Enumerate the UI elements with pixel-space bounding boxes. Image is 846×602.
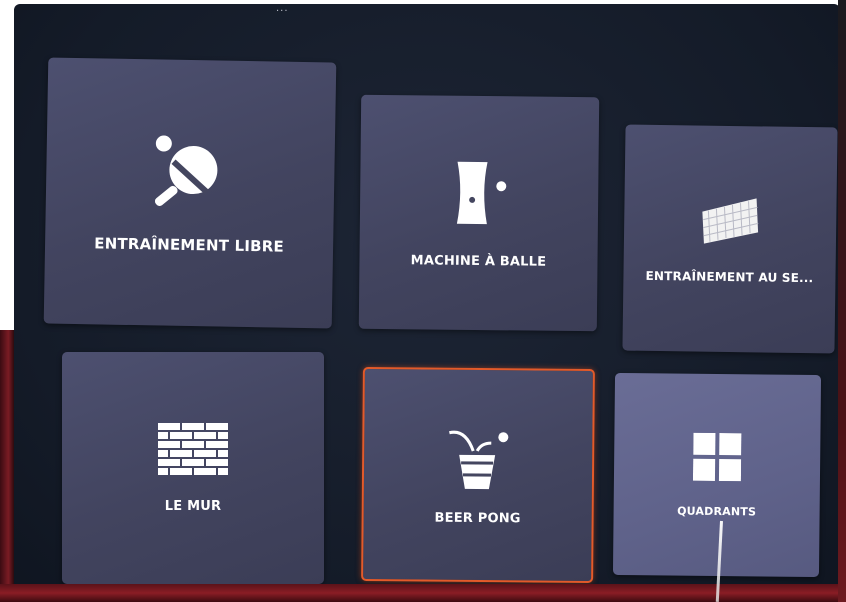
menu-panel: ... ENTRAÎNEMENT LIBRE MACHINE À BALLE E… bbox=[14, 4, 840, 600]
ball-machine-icon bbox=[449, 157, 510, 232]
brick-wall-icon bbox=[158, 422, 228, 481]
table-frame-right bbox=[838, 0, 846, 602]
beer-pong-cup-icon bbox=[443, 424, 514, 495]
tile-quadrants[interactable]: QUADRANTS bbox=[612, 372, 822, 578]
panel-title-fragment: ... bbox=[276, 4, 289, 14]
tile-the-wall[interactable]: LE MUR bbox=[62, 352, 324, 584]
table-frame-left bbox=[0, 330, 14, 602]
tile-label: ENTRAÎNEMENT AU SE... bbox=[645, 268, 814, 286]
net-icon bbox=[698, 194, 763, 251]
tile-serve-training[interactable]: ENTRAÎNEMENT AU SE... bbox=[622, 124, 838, 354]
tile-beer-pong[interactable]: BEER PONG bbox=[361, 366, 595, 584]
tile-label: QUADRANTS bbox=[677, 504, 757, 518]
tile-ball-machine[interactable]: MACHINE À BALLE bbox=[358, 94, 600, 332]
tile-label: LE MUR bbox=[164, 498, 222, 514]
tile-free-training[interactable]: ENTRAÎNEMENT LIBRE bbox=[43, 57, 337, 329]
tile-label: ENTRAÎNEMENT LIBRE bbox=[94, 234, 285, 256]
tile-label: MACHINE À BALLE bbox=[410, 252, 547, 270]
quadrants-grid-icon bbox=[692, 432, 742, 484]
ping-pong-paddle-icon bbox=[149, 131, 232, 218]
tile-label: BEER PONG bbox=[434, 510, 521, 526]
